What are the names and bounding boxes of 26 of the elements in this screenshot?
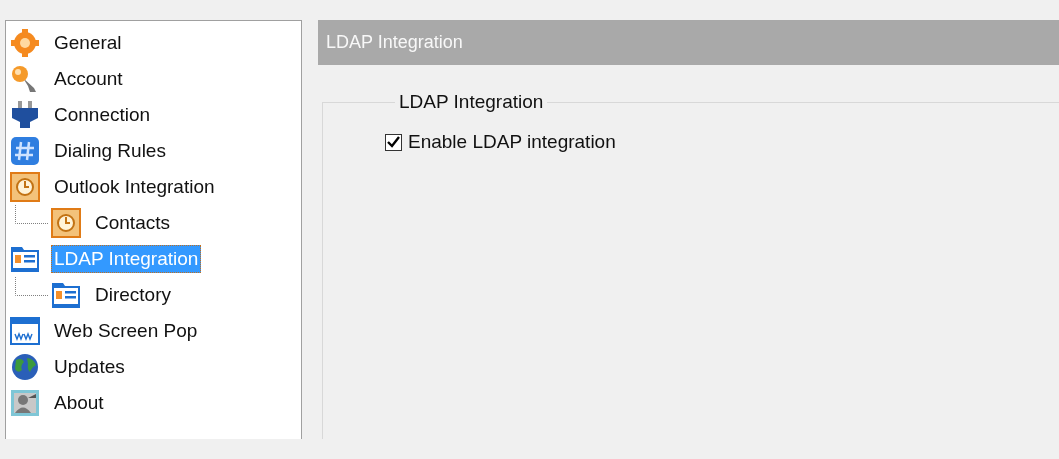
tree-item[interactable]: Updates xyxy=(51,353,128,381)
tree-item[interactable]: Dialing Rules xyxy=(51,137,169,165)
tree-item[interactable]: General xyxy=(51,29,125,57)
group-title: LDAP Integration xyxy=(398,91,545,113)
person-icon xyxy=(10,388,40,418)
tree-item[interactable]: Outlook Integration xyxy=(51,173,218,201)
tree-line xyxy=(15,277,49,296)
tree-item[interactable]: Account xyxy=(51,65,126,93)
panel-title: LDAP Integration xyxy=(318,20,1059,65)
tree-item[interactable]: Connection xyxy=(51,101,154,129)
plug-icon xyxy=(10,100,40,130)
tree-item[interactable]: About xyxy=(51,389,107,417)
checkbox[interactable] xyxy=(385,133,402,151)
folder-icon xyxy=(10,244,40,274)
web-page-icon xyxy=(10,316,40,346)
tree-line xyxy=(15,205,49,224)
checkbox-label: Enable LDAP integration xyxy=(408,131,616,153)
folder-icon xyxy=(51,280,81,310)
hash-icon xyxy=(10,136,40,166)
gear-icon xyxy=(10,28,40,58)
tree-item[interactable]: Web Screen Pop xyxy=(51,317,201,345)
tree-item[interactable]: Directory xyxy=(92,281,174,309)
globe-icon xyxy=(10,352,40,382)
tree-item[interactable]: Contacts xyxy=(92,209,173,237)
clock-icon xyxy=(51,208,81,238)
clock-icon xyxy=(10,172,40,202)
